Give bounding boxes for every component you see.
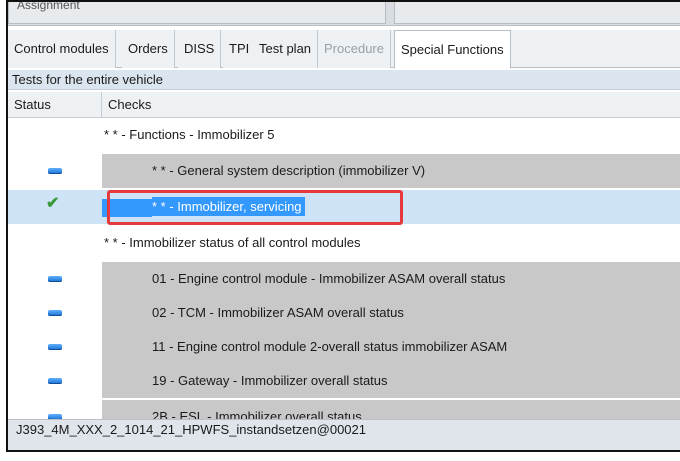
table-header: Status Checks [8, 92, 680, 118]
dash-icon [48, 378, 62, 384]
footer-status-text: J393_4M_XXX_2_1014_21_HPWFS_instandsetze… [8, 419, 680, 450]
check-label: * * - General system description (immobi… [102, 154, 680, 188]
status-cell [8, 226, 102, 260]
selection-fill [102, 198, 152, 217]
list-row[interactable]: 01 - Engine control module - Immobilizer… [8, 262, 680, 296]
tab-control-modules[interactable]: Control modules [8, 30, 116, 68]
secondary-field[interactable] [394, 2, 680, 24]
checks-list: * * - Functions - Immobilizer 5 * * - Ge… [8, 118, 680, 419]
column-divider [101, 92, 102, 118]
check-label: 01 - Engine control module - Immobilizer… [102, 262, 680, 296]
tab-special-functions[interactable]: Special Functions [394, 30, 511, 69]
status-cell: ✔ [8, 190, 102, 224]
list-row[interactable]: * * - Functions - Immobilizer 5 [8, 118, 680, 152]
status-cell [8, 296, 102, 330]
check-label: 02 - TCM - Immobilizer ASAM overall stat… [102, 296, 680, 330]
check-label: 11 - Engine control module 2-overall sta… [102, 330, 680, 364]
list-row[interactable]: 2B - ESL - Immobilizer overall status [8, 400, 680, 419]
check-label: * * - Functions - Immobilizer 5 [102, 118, 680, 152]
status-cell [8, 400, 102, 419]
check-label-cell: * * - Immobilizer, servicing [102, 190, 680, 224]
list-row-selected[interactable]: ✔ * * - Immobilizer, servicing [8, 190, 680, 224]
application-window: Assignment Control modules Orders DISS T… [6, 0, 680, 452]
tab-bar: Control modules Orders DISS TPI Test pla… [8, 30, 680, 69]
status-cell [8, 262, 102, 296]
dash-icon [48, 344, 62, 350]
assignment-field-label: Assignment [17, 0, 80, 12]
tab-diss[interactable]: DISS [178, 30, 222, 68]
section-title: Tests for the entire vehicle [8, 70, 680, 90]
check-label: 19 - Gateway - Immobilizer overall statu… [102, 364, 680, 398]
assignment-field[interactable]: Assignment [8, 2, 386, 24]
status-cell [8, 364, 102, 398]
list-row[interactable]: * * - Immobilizer status of all control … [8, 226, 680, 260]
status-cell [8, 118, 102, 152]
column-header-checks[interactable]: Checks [108, 97, 151, 112]
checkmark-icon: ✔ [46, 195, 60, 212]
list-row[interactable]: 02 - TCM - Immobilizer ASAM overall stat… [8, 296, 680, 330]
status-cell [8, 330, 102, 364]
list-row[interactable]: 19 - Gateway - Immobilizer overall statu… [8, 364, 680, 398]
tab-tpi[interactable]: TPI [223, 30, 257, 68]
tab-procedure[interactable]: Procedure [318, 30, 391, 68]
top-field-strip: Assignment [8, 2, 680, 26]
list-row[interactable]: 11 - Engine control module 2-overall sta… [8, 330, 680, 364]
tab-orders[interactable]: Orders [122, 30, 175, 68]
column-header-status[interactable]: Status [14, 97, 51, 112]
status-cell [8, 154, 102, 188]
check-label: * * - Immobilizer, servicing [152, 197, 305, 216]
tab-test-plan[interactable]: Test plan [253, 30, 319, 68]
check-label: 2B - ESL - Immobilizer overall status [102, 400, 680, 419]
list-row[interactable]: * * - General system description (immobi… [8, 154, 680, 188]
dash-icon [48, 310, 62, 316]
check-label: * * - Immobilizer status of all control … [102, 226, 680, 260]
dash-icon [48, 276, 62, 282]
dash-icon [48, 168, 62, 174]
